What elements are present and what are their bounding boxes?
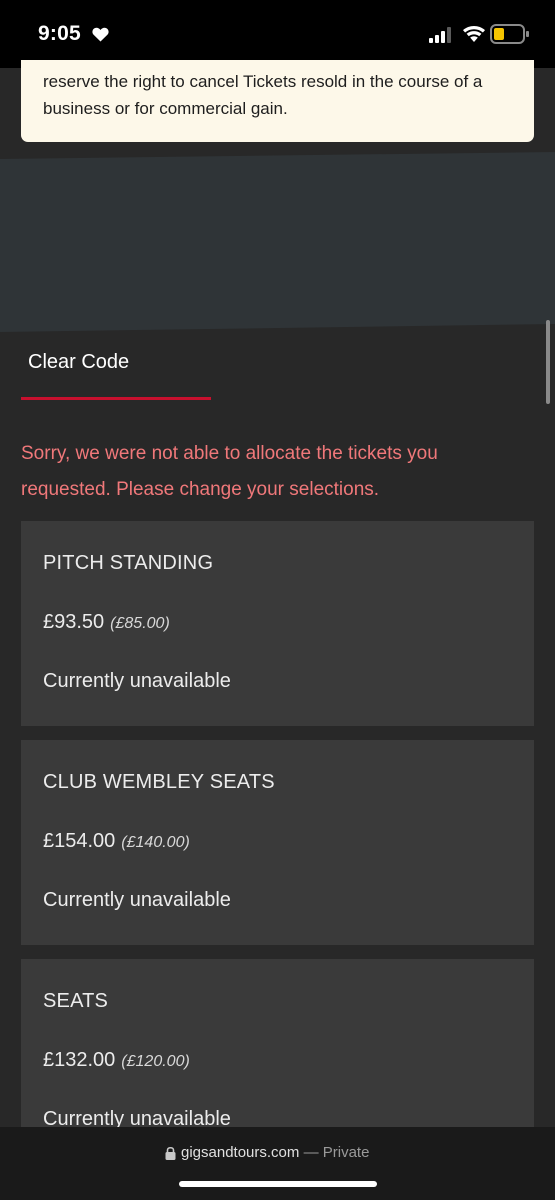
ticket-name: PITCH STANDING	[43, 552, 214, 574]
tab-underline	[21, 397, 211, 400]
lock-icon	[165, 1146, 176, 1160]
ticket-status: Currently unavailable	[43, 670, 231, 692]
url-separator: —	[303, 1144, 319, 1161]
allocation-error-message: Sorry, we were not able to allocate the …	[21, 443, 438, 500]
signal-icon	[429, 27, 451, 43]
ticket-name: SEATS	[43, 990, 109, 1012]
ticket-status: Currently unavailable	[43, 889, 231, 911]
scrollbar[interactable]	[546, 320, 550, 404]
ticket-price: £132.00 (£120.00)	[43, 1049, 190, 1072]
ticket-price: £154.00 (£140.00)	[43, 830, 190, 853]
heart-icon	[92, 27, 109, 42]
status-time: 9:05	[38, 22, 81, 45]
status-bar: 9:05	[0, 0, 555, 68]
url-display[interactable]: gigsandtours.com — Private	[181, 1144, 369, 1161]
ticket-name: CLUB WEMBLEY SEATS	[43, 771, 275, 793]
battery-icon	[490, 24, 529, 44]
url-domain: gigsandtours.com	[181, 1144, 300, 1161]
ticket-price: £93.50 (£85.00)	[43, 611, 170, 634]
browser-address-bar[interactable]: gigsandtours.com — Private	[0, 1127, 555, 1200]
ticket-base-price: (£120.00)	[121, 1053, 190, 1070]
private-mode-label: Private	[322, 1144, 370, 1161]
ticket-option-pitch-standing[interactable]: PITCH STANDING £93.50 (£85.00) Currently …	[21, 521, 534, 726]
home-indicator[interactable]	[179, 1181, 377, 1187]
clear-code-button[interactable]: Clear Code	[28, 351, 129, 374]
background-panel	[0, 152, 555, 332]
ticket-price-value: £154.00	[43, 830, 116, 852]
ticket-price-value: £132.00	[43, 1049, 116, 1071]
resale-notice-text: reserve the right to cancel Tickets reso…	[43, 72, 483, 118]
ticket-option-club-wembley-seats[interactable]: CLUB WEMBLEY SEATS £154.00 (£140.00) Curr…	[21, 740, 534, 945]
wifi-icon	[463, 25, 485, 42]
ticket-price-value: £93.50	[43, 611, 105, 633]
ticket-base-price: (£140.00)	[121, 834, 190, 851]
ticket-base-price: (£85.00)	[110, 615, 170, 632]
resale-notice-card: reserve the right to cancel Tickets reso…	[21, 60, 534, 142]
